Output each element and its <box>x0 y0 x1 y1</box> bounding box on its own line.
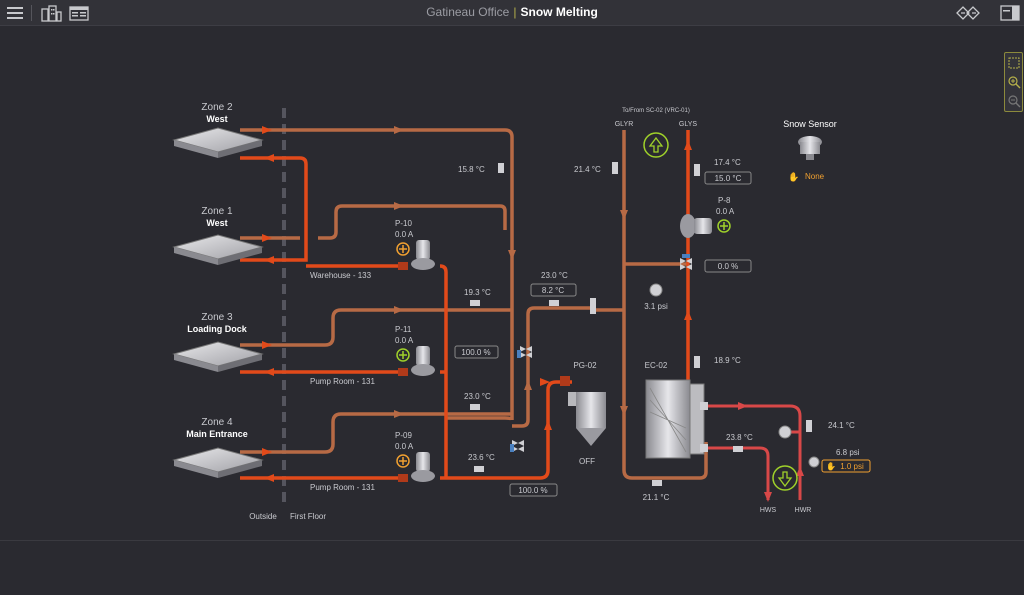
pump-p11[interactable]: P-11 0.0 A <box>395 325 435 376</box>
glys-setpoint: 15.0 °C <box>715 174 742 183</box>
zone-2-name: Zone 2 <box>201 102 233 113</box>
pump-p09-motor <box>416 452 430 472</box>
hw-pressure: 6.8 psi <box>836 448 860 457</box>
zone-3[interactable]: Zone 3 Loading Dock <box>172 312 264 372</box>
navigate-arrows-icon[interactable] <box>955 4 981 22</box>
pressure-gauge-icon <box>808 456 820 468</box>
pump-p8-amps: 0.0 A <box>716 207 735 216</box>
title-separator: | <box>513 5 517 19</box>
header-setpoint: 8.2 °C <box>542 286 565 295</box>
temp-sensor-icon <box>612 162 618 174</box>
hot-water-pipes <box>708 404 802 500</box>
side-panel-icon[interactable] <box>1000 4 1020 22</box>
zone2-return-temp: 15.8 °C <box>458 165 485 174</box>
zone-4-sub: Main Entrance <box>186 429 248 439</box>
pump-p09-amps: 0.0 A <box>395 442 414 451</box>
zone-3-sub: Loading Dock <box>187 324 247 334</box>
pump-p8-name: P-8 <box>718 196 731 205</box>
tank-body <box>576 392 606 428</box>
temp-sensor-icon <box>498 163 504 173</box>
flow-meter-icon <box>590 298 596 314</box>
glycol-pressure: 3.1 psi <box>644 302 668 311</box>
top-bar: Gatineau Office | Snow Melting <box>0 0 1024 26</box>
glycol-valve[interactable] <box>680 254 692 270</box>
zone-4[interactable]: Zone 4 Main Entrance <box>172 417 264 478</box>
page-name: Snow Melting <box>520 5 598 19</box>
glyr-temp: 21.4 °C <box>574 165 601 174</box>
supply-pipes <box>240 130 690 480</box>
pressure-gauge-icon <box>778 425 792 439</box>
pump-p10-motor <box>416 240 430 260</box>
zone-3-name: Zone 3 <box>201 312 233 323</box>
snow-sensor-status: None <box>805 172 825 181</box>
exchanger-name: EC-02 <box>645 361 668 370</box>
pump-p11-name: P-11 <box>395 325 412 334</box>
connection-label: To/From SC-02 (VRC-01) <box>622 108 690 114</box>
glys-label: GLYS <box>679 121 697 128</box>
bottom-bar <box>0 540 1024 595</box>
glycol-source-icon[interactable] <box>643 132 669 158</box>
temp-sensor-icon <box>470 404 480 410</box>
pump-p11-motor <box>416 346 430 366</box>
temp-sensor-icon <box>733 446 743 452</box>
hand-icon: ✋ <box>826 461 836 471</box>
zone-1-sub: West <box>206 218 227 228</box>
temp-sensor-icon <box>470 300 480 306</box>
glys-temp: 17.4 °C <box>714 158 741 167</box>
glyr-label: GLYR <box>615 121 634 128</box>
pump-p09-name: P-09 <box>395 431 412 440</box>
mixing-valve-lower[interactable] <box>510 440 524 452</box>
p09-location: Pump Room - 131 <box>310 483 375 492</box>
pump-p10[interactable]: P-10 0.0 A <box>395 219 435 270</box>
pump-p11-amps: 0.0 A <box>395 336 414 345</box>
hw-pressure-setpoint: 1.0 psi <box>840 462 864 471</box>
pump-p10-amps: 0.0 A <box>395 230 414 239</box>
page-title: Gatineau Office | Snow Melting <box>0 5 1024 19</box>
snow-sensor[interactable]: Snow Sensor ✋ None <box>783 119 837 182</box>
hwr-temp: 24.1 °C <box>828 421 855 430</box>
zone-1[interactable]: Zone 1 West <box>172 206 264 265</box>
mix-low-temp: 23.6 °C <box>468 453 495 462</box>
outside-label: Outside <box>249 512 277 521</box>
first-floor-label: First Floor <box>290 512 326 521</box>
zone-2-sub: West <box>206 114 227 124</box>
zone-1-name: Zone 1 <box>201 206 233 217</box>
heat-exchanger-ec02[interactable]: EC-02 <box>645 361 708 459</box>
mix-mid-temp: 23.0 °C <box>464 392 491 401</box>
temp-sensor-icon <box>474 466 484 472</box>
hws-label: HWS <box>760 507 777 514</box>
snow-sensor-title: Snow Sensor <box>783 119 837 129</box>
location-label: Gatineau Office <box>426 5 510 19</box>
valve-1-position: 100.0 % <box>461 348 490 357</box>
ec-bottom-temp: 21.1 °C <box>643 493 670 502</box>
ec-in-temp: 18.9 °C <box>714 356 741 365</box>
pump-p10-name: P-10 <box>395 219 412 228</box>
p10-location: Warehouse - 133 <box>310 271 372 280</box>
pump-p09[interactable]: P-09 0.0 A <box>395 431 435 482</box>
zone-4-name: Zone 4 <box>201 417 233 428</box>
tank-pg02[interactable]: PG-02 OFF <box>560 361 606 466</box>
tank-name: PG-02 <box>573 361 597 370</box>
ec-out-temp: 23.8 °C <box>726 433 753 442</box>
hand-icon: ✋ <box>788 171 799 182</box>
temp-sensor-icon <box>694 356 700 368</box>
header-top-temp: 23.0 °C <box>541 271 568 280</box>
temp-sensor-icon <box>652 480 662 486</box>
hwr-label: HWR <box>795 507 812 514</box>
mix-upper-temp: 19.3 °C <box>464 288 491 297</box>
pressure-gauge-icon <box>649 283 663 297</box>
p11-location: Pump Room - 131 <box>310 377 375 386</box>
temp-sensor-icon <box>806 420 812 432</box>
valve-3-position: 0.0 % <box>718 262 738 271</box>
pump-p8-motor <box>694 218 712 234</box>
valve-2-position: 100.0 % <box>518 486 547 495</box>
tank-status: OFF <box>579 457 595 466</box>
temp-sensor-icon <box>549 300 559 306</box>
snow-melting-schematic: Zone 2 West Zone 1 West Zone 3 Loading D… <box>172 102 871 521</box>
temp-sensor-icon <box>694 164 700 176</box>
exchanger-body <box>645 379 691 459</box>
